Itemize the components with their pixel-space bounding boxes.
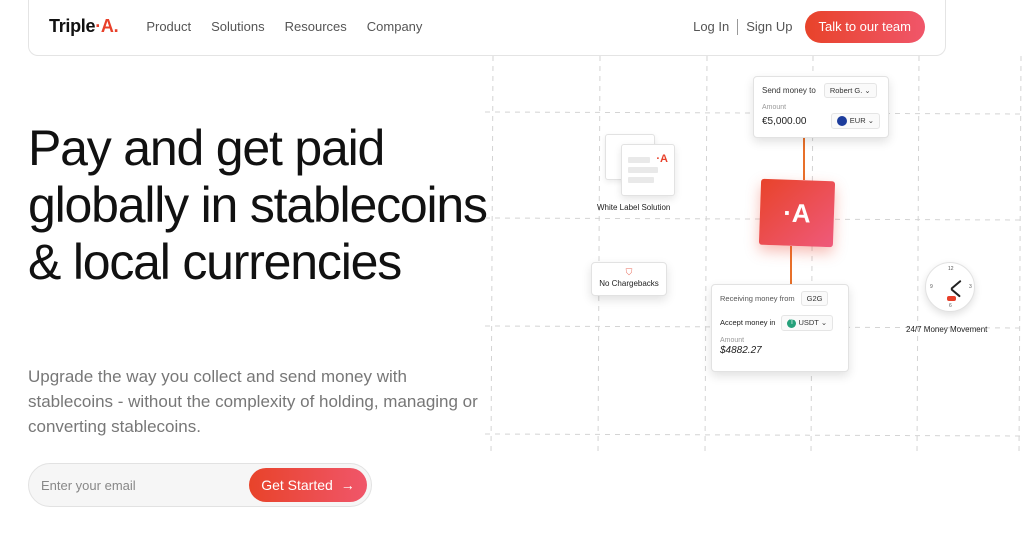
nav-links: Product Solutions Resources Company bbox=[146, 19, 422, 34]
tether-icon: T bbox=[787, 318, 797, 328]
get-started-label: Get Started bbox=[261, 477, 333, 493]
get-started-button[interactable]: Get Started → bbox=[249, 468, 367, 502]
white-label-mark: ·A bbox=[656, 153, 668, 165]
login-link[interactable]: Log In bbox=[693, 19, 729, 34]
eu-flag-icon bbox=[836, 116, 847, 127]
currency-select: EUR ⌄ bbox=[830, 113, 880, 130]
hero-title: Pay and get paid globally in stablecoins… bbox=[28, 120, 488, 290]
no-chargebacks-label: No Chargebacks bbox=[599, 279, 659, 288]
connector-line-bottom bbox=[790, 246, 792, 284]
send-money-label: Send money to bbox=[762, 86, 816, 95]
connector-line-top bbox=[803, 138, 805, 180]
logo[interactable]: Triple ·A. bbox=[49, 16, 119, 37]
send-amount: €5,000.00 bbox=[762, 115, 807, 127]
nav-divider bbox=[737, 18, 739, 35]
clock-badge bbox=[947, 296, 956, 301]
recipient-select: Robert G. ⌄ bbox=[823, 83, 877, 98]
triple-a-brand-tile: ·A bbox=[758, 178, 836, 248]
clock-icon: 12 3 6 9 bbox=[925, 262, 975, 312]
white-label-caption: White Label Solution bbox=[597, 203, 671, 212]
receiving-label: Receiving money from bbox=[720, 294, 795, 303]
signup-link[interactable]: Sign Up bbox=[746, 19, 792, 34]
shield-icon: ⛉ bbox=[625, 267, 633, 277]
nav-link-product[interactable]: Product bbox=[146, 19, 191, 34]
nav-link-solutions[interactable]: Solutions bbox=[211, 19, 264, 34]
sender-badge: G2G bbox=[800, 291, 829, 306]
hero-illustration: Send money to Robert G. ⌄ Amount €5,000.… bbox=[485, 56, 1024, 456]
arrow-right-icon: → bbox=[340, 477, 355, 493]
receive-amount-label: Amount bbox=[720, 336, 745, 344]
logo-text: Triple bbox=[49, 16, 96, 36]
receive-amount: $4882.27 bbox=[720, 344, 762, 356]
accept-label: Accept money in bbox=[720, 318, 776, 328]
email-input[interactable] bbox=[41, 477, 241, 493]
send-money-card: Send money to Robert G. ⌄ Amount €5,000.… bbox=[753, 76, 889, 138]
usdt-select: T USDT ⌄ bbox=[781, 315, 834, 331]
talk-to-team-button[interactable]: Talk to our team bbox=[804, 10, 925, 43]
money-movement-label: 24/7 Money Movement bbox=[906, 325, 988, 334]
email-signup-form: Get Started → bbox=[28, 463, 372, 507]
receive-money-card: Receiving money from G2G Accept money in… bbox=[711, 284, 849, 372]
no-chargebacks-card: ⛉ No Chargebacks bbox=[591, 262, 667, 296]
hero-subtitle: Upgrade the way you collect and send mon… bbox=[28, 367, 478, 436]
send-amount-label: Amount bbox=[762, 104, 787, 111]
document-front-icon: ·A bbox=[621, 144, 675, 196]
nav-link-resources[interactable]: Resources bbox=[285, 19, 347, 34]
top-navbar: Triple ·A. Product Solutions Resources Co… bbox=[28, 0, 946, 56]
nav-actions: Log In Sign Up Talk to our team bbox=[693, 10, 925, 43]
logo-mark: ·A. bbox=[95, 16, 119, 36]
nav-link-company[interactable]: Company bbox=[367, 19, 423, 34]
